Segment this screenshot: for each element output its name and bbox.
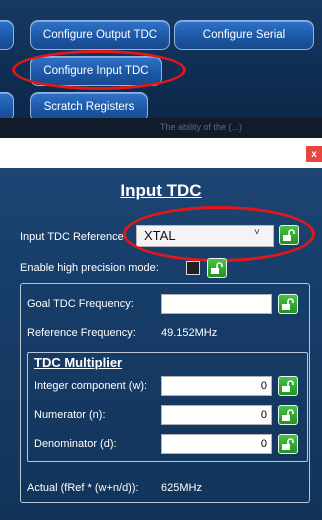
dialog-titlebar <box>0 138 322 168</box>
chevron-down-icon[interactable]: ˅ <box>254 227 260 238</box>
denominator-input[interactable]: 0 <box>161 434 272 454</box>
unlock-icon[interactable] <box>278 405 298 425</box>
integer-component-input[interactable]: 0 <box>161 376 272 396</box>
partial-button-left-1[interactable] <box>0 20 14 50</box>
background-strip-text: The ability of the (...) <box>160 122 243 132</box>
goal-tdc-frequency-input[interactable] <box>161 294 272 314</box>
numerator-label: Numerator (n): <box>34 409 106 421</box>
actual-frequency-label: Actual (fRef * (w+n/d)): <box>27 482 139 494</box>
denominator-label: Denominator (d): <box>34 438 117 450</box>
reference-frequency-value: 49.152MHz <box>161 327 218 339</box>
high-precision-label: Enable high precision mode: <box>20 262 159 274</box>
reference-frequency-label: Reference Frequency: <box>27 327 136 339</box>
integer-component-label: Integer component (w): <box>34 380 148 392</box>
configure-output-tdc-button[interactable]: Configure Output TDC <box>30 20 170 50</box>
tdc-multiplier-title: TDC Multiplier <box>34 355 123 370</box>
close-button[interactable]: x <box>306 146 322 162</box>
configure-input-tdc-button[interactable]: Configure Input TDC <box>30 56 162 86</box>
input-tdc-reference-label: Input TDC Reference <box>20 231 124 243</box>
unlock-icon[interactable] <box>279 225 299 245</box>
close-icon: x <box>311 148 317 160</box>
goal-tdc-frequency-label: Goal TDC Frequency: <box>27 298 134 310</box>
unlock-icon[interactable] <box>278 294 298 314</box>
numerator-input[interactable]: 0 <box>161 405 272 425</box>
configure-serial-button[interactable]: Configure Serial <box>174 20 314 50</box>
unlock-icon[interactable] <box>278 434 298 454</box>
dialog-title: Input TDC <box>120 181 202 200</box>
actual-frequency-value: 625MHz <box>161 482 202 494</box>
unlock-icon[interactable] <box>207 258 227 278</box>
high-precision-checkbox[interactable] <box>186 261 200 275</box>
unlock-icon[interactable] <box>278 376 298 396</box>
